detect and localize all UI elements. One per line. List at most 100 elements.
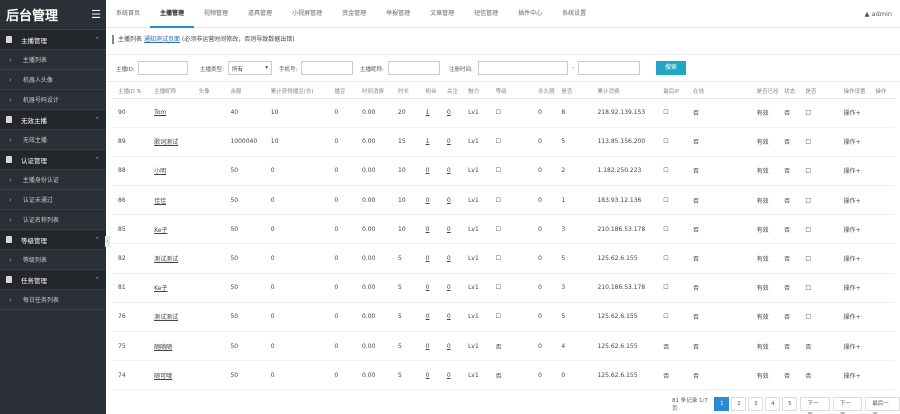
toggle-cell[interactable]: □ bbox=[799, 156, 838, 187]
nav-tab[interactable]: 文章管理 bbox=[420, 0, 464, 28]
toggle-cell[interactable]: 否 bbox=[657, 331, 687, 362]
count-link[interactable]: 0 bbox=[419, 273, 441, 303]
toggle-cell[interactable]: ☐ bbox=[657, 214, 687, 245]
next-page-button[interactable]: 下一页 bbox=[800, 397, 830, 414]
nickname-link[interactable]: 佳佳 bbox=[148, 185, 193, 216]
page-number-button[interactable]: 4 bbox=[765, 397, 781, 411]
toggle-cell[interactable]: ☐ bbox=[657, 185, 687, 216]
count-link[interactable]: 0 bbox=[419, 156, 441, 187]
toggle-cell[interactable]: ☐ bbox=[657, 98, 687, 128]
hamburger-icon[interactable]: ☰ bbox=[91, 8, 101, 21]
nav-tab[interactable]: 主播管理 bbox=[150, 0, 195, 28]
count-link[interactable]: 0 bbox=[419, 243, 441, 274]
count-link[interactable]: 0 bbox=[419, 331, 441, 362]
count-link[interactable]: 0 bbox=[440, 302, 463, 333]
toggle-cell[interactable]: □ bbox=[799, 302, 838, 333]
sidebar-group[interactable]: 认证管理 ⌃ bbox=[0, 150, 106, 170]
breadcrumb-link[interactable]: 通知测试页面 bbox=[144, 36, 180, 43]
toggle-cell[interactable]: □ bbox=[799, 243, 838, 274]
toggle-cell[interactable]: ☐ bbox=[657, 302, 687, 333]
nickname-link[interactable]: 小明 bbox=[148, 156, 193, 187]
row-action-button[interactable]: 操作+ bbox=[837, 331, 870, 362]
sidebar-item[interactable]: › 机器号码设计 bbox=[0, 90, 106, 110]
user-menu[interactable]: ▲ admin bbox=[865, 0, 892, 28]
last-page-button[interactable]: 下一页 bbox=[832, 397, 863, 414]
count-link[interactable]: 0 bbox=[440, 331, 463, 362]
nickname-link[interactable]: 歌词测试 bbox=[148, 127, 193, 157]
end-page-button[interactable]: 最后一页 bbox=[865, 397, 900, 414]
start-date-input[interactable] bbox=[478, 61, 568, 75]
toggle-cell[interactable]: □ bbox=[799, 185, 838, 216]
nickname-link[interactable]: 随可哦 bbox=[148, 360, 193, 391]
nav-tab[interactable]: 资金管理 bbox=[332, 0, 376, 28]
phone-input[interactable] bbox=[301, 61, 353, 75]
count-link[interactable]: 1 bbox=[419, 98, 441, 128]
sidebar-item[interactable]: › 等级列表 bbox=[0, 250, 106, 270]
sidebar-item[interactable]: › 主播身份认证 bbox=[0, 170, 106, 190]
toggle-cell[interactable]: 否 bbox=[657, 360, 687, 391]
page-number-button[interactable]: 1 bbox=[714, 397, 730, 411]
nav-tab[interactable]: 短信管理 bbox=[464, 0, 508, 28]
sidebar-group[interactable]: 任务管理 ⌃ bbox=[0, 270, 106, 290]
row-action-button[interactable]: 操作+ bbox=[837, 156, 870, 187]
row-action-button[interactable]: 操作+ bbox=[837, 302, 870, 333]
count-link[interactable]: 0 bbox=[419, 302, 441, 333]
nav-tab[interactable]: 插件中心 bbox=[508, 0, 552, 28]
sidebar-item[interactable]: › 每日任务列表 bbox=[0, 290, 106, 310]
toggle-cell[interactable]: 否 bbox=[799, 331, 838, 362]
sidebar-item[interactable]: › 主播列表 bbox=[0, 50, 106, 70]
toggle-cell[interactable]: ☐ bbox=[657, 273, 687, 303]
sidebar-item[interactable]: › 认证未通过 bbox=[0, 190, 106, 210]
count-link[interactable]: 0 bbox=[440, 98, 463, 128]
page-number-button[interactable]: 5 bbox=[782, 397, 798, 411]
nav-tab[interactable]: 视频管理 bbox=[194, 0, 238, 28]
toggle-cell[interactable]: □ bbox=[799, 273, 838, 303]
toggle-cell[interactable]: 否 bbox=[799, 360, 838, 391]
page-number-button[interactable]: 2 bbox=[731, 397, 747, 411]
nav-tab[interactable]: 系统设置 bbox=[552, 0, 596, 28]
end-date-input[interactable] bbox=[578, 61, 640, 75]
collapse-sidebar-icon[interactable]: ‹ bbox=[105, 236, 110, 247]
count-link[interactable]: 0 bbox=[440, 127, 463, 157]
row-action-button[interactable]: 操作+ bbox=[837, 360, 870, 391]
count-link[interactable]: 0 bbox=[440, 273, 463, 303]
sidebar-group[interactable]: 无效主播 ⌃ bbox=[0, 110, 106, 130]
count-link[interactable]: 0 bbox=[440, 243, 463, 274]
sidebar-group[interactable]: 等级管理 ⌃ bbox=[0, 230, 106, 250]
sidebar-item[interactable]: › 无效主播 bbox=[0, 130, 106, 150]
toggle-cell[interactable]: □ bbox=[799, 127, 838, 157]
nickname-link[interactable]: 测试测试 bbox=[148, 243, 193, 274]
toggle-cell[interactable]: □ bbox=[799, 214, 838, 245]
nickname-link[interactable]: Ke子 bbox=[148, 273, 193, 303]
toggle-cell[interactable]: ☐ bbox=[657, 156, 687, 187]
count-link[interactable]: 0 bbox=[440, 185, 463, 216]
count-link[interactable]: 0 bbox=[419, 360, 441, 391]
page-number-button[interactable]: 3 bbox=[748, 397, 764, 411]
sidebar-item[interactable]: › 机器人头像 bbox=[0, 70, 106, 90]
sidebar-group[interactable]: 主播管理 ⌃ bbox=[0, 30, 106, 50]
nav-tab[interactable]: 道具管理 bbox=[238, 0, 282, 28]
count-link[interactable]: 1 bbox=[419, 127, 441, 157]
count-link[interactable]: 0 bbox=[440, 156, 463, 187]
row-action-button[interactable]: 操作+ bbox=[837, 185, 870, 216]
anchor-id-input[interactable] bbox=[138, 61, 188, 75]
column-header[interactable]: 主播ID ⇅ bbox=[112, 84, 149, 99]
toggle-cell[interactable]: □ bbox=[799, 98, 838, 128]
nav-tab[interactable]: 小视屏管理 bbox=[282, 0, 332, 28]
toggle-cell[interactable]: ☐ bbox=[657, 243, 687, 274]
row-action-button[interactable]: 操作+ bbox=[837, 127, 870, 157]
nav-tab[interactable]: 举报管理 bbox=[376, 0, 420, 28]
count-link[interactable]: 0 bbox=[419, 214, 441, 245]
toggle-cell[interactable]: ☐ bbox=[657, 127, 687, 157]
nickname-input[interactable] bbox=[388, 61, 440, 75]
nav-tab[interactable]: 系统首页 bbox=[106, 0, 150, 28]
nickname-link[interactable]: 测试测试 bbox=[148, 302, 193, 333]
sidebar-item[interactable]: › 认证名称列表 bbox=[0, 210, 106, 230]
row-action-button[interactable]: 操作+ bbox=[837, 98, 870, 128]
nickname-link[interactable]: 随随随 bbox=[148, 331, 193, 362]
anchor-type-select[interactable]: 所有 ▾ bbox=[228, 61, 272, 75]
count-link[interactable]: 0 bbox=[440, 214, 463, 245]
row-action-button[interactable]: 操作+ bbox=[837, 214, 870, 245]
nickname-link[interactable]: Ke子 bbox=[148, 214, 193, 245]
nickname-link[interactable]: Tom bbox=[148, 98, 193, 128]
